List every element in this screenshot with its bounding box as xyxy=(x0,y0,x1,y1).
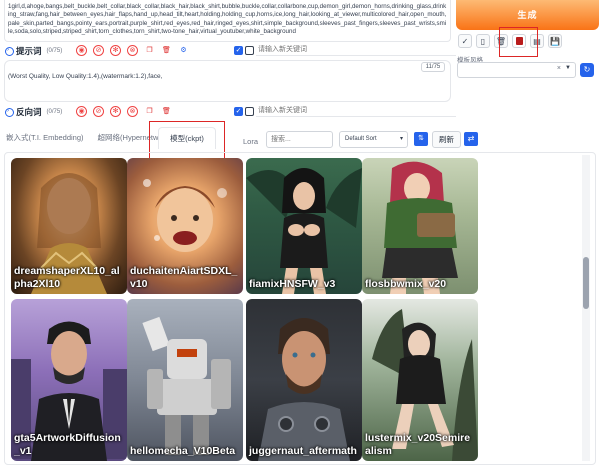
model-name: juggernaut_aftermath xyxy=(249,445,357,457)
positive-token-count: (0/75) xyxy=(46,48,63,54)
positive-keyword-input-row: ✓ xyxy=(234,44,456,56)
block-icon[interactable]: ⊗ xyxy=(127,44,138,56)
negative-prompt-label: 反向词 xyxy=(16,107,42,117)
model-name: dreamshaperXL10_alpha2Xl10 xyxy=(14,265,120,290)
clear-icon[interactable]: × xyxy=(557,65,561,72)
block-icon[interactable]: ⊗ xyxy=(127,105,138,117)
trash-icon[interactable]: 🗑 xyxy=(161,45,172,56)
card-image xyxy=(142,316,231,455)
model-name: flosbbwmix_v20 xyxy=(365,278,447,290)
sort-direction-button[interactable]: ⇅ xyxy=(414,132,428,146)
refresh-button[interactable]: 刷新 xyxy=(432,131,461,148)
model-name: hellomecha_V10Beta xyxy=(130,445,236,457)
document-icon[interactable]: ▯ xyxy=(476,34,490,48)
generate-button[interactable]: 生成 xyxy=(456,0,599,30)
negative-token-counter: 11/75 xyxy=(421,62,445,72)
positive-secondary-checkbox[interactable] xyxy=(245,45,254,55)
gallery-scrollbar-thumb[interactable] xyxy=(583,257,589,309)
settings-circle-icon[interactable]: ✻ xyxy=(110,105,121,117)
negative-prompt-toolbar: › 反向词 (0/75) xyxy=(5,106,62,118)
ban-icon[interactable]: ⊘ xyxy=(93,105,104,117)
toggle-view-button[interactable]: ⇄ xyxy=(464,132,478,146)
style-select[interactable]: × ▼ xyxy=(457,62,576,78)
highlight-extra-networks xyxy=(499,27,538,57)
model-name: duchaitenAiartSDXL_v10 xyxy=(130,265,238,290)
eye-icon[interactable]: ◉ xyxy=(76,105,87,117)
model-card[interactable]: juggernaut_aftermath xyxy=(246,299,362,461)
positive-enable-checkbox[interactable]: ✓ xyxy=(234,45,243,55)
gear-icon[interactable]: ⚙ xyxy=(178,45,189,56)
settings-circle-icon[interactable]: ✻ xyxy=(110,44,121,56)
negative-action-icons: ◉ ⊘ ✻ ⊗ ❐ 🗑 xyxy=(76,105,172,117)
expand-icon[interactable]: › xyxy=(5,46,14,56)
check-icon[interactable]: ✓ xyxy=(458,34,472,48)
negative-secondary-checkbox[interactable] xyxy=(245,106,254,116)
model-name: lustermix_v20Semirealism xyxy=(365,432,471,457)
negative-keyword-input[interactable] xyxy=(256,105,456,117)
card-image xyxy=(246,168,362,294)
model-name: fiamixHNSFW_v3 xyxy=(249,278,336,290)
negative-keyword-input-row: ✓ xyxy=(234,105,456,117)
tab-embedding[interactable]: 嵌入式(T.I. Embedding) xyxy=(6,132,84,143)
negative-prompt-text[interactable]: (Worst Quality, Low Quality:1.4),(waterm… xyxy=(5,61,450,93)
tab-lora[interactable]: Lora xyxy=(243,137,258,146)
model-card[interactable]: duchaitenAiartSDXL_v10 xyxy=(127,158,243,294)
positive-prompt-box[interactable]: 1girl,d,ahoge,bangs,belt_buckle,belt_col… xyxy=(4,0,451,42)
ban-icon[interactable]: ⊘ xyxy=(93,44,104,56)
sort-value: Default Sort xyxy=(345,136,377,142)
model-card[interactable]: hellomecha_V10Beta xyxy=(127,299,243,461)
positive-prompt-label: 提示词 xyxy=(16,46,42,56)
model-card[interactable]: fiamixHNSFW_v3 xyxy=(246,158,362,294)
apply-style-button[interactable]: ↻ xyxy=(580,63,594,77)
positive-prompt-toolbar: › 提示词 (0/75) xyxy=(5,45,62,57)
search-input[interactable] xyxy=(266,131,333,148)
positive-action-icons: ◉ ⊘ ✻ ⊗ ❐ 🗑 ⚙ xyxy=(76,44,189,56)
copy-icon[interactable]: ❐ xyxy=(144,106,155,117)
positive-keyword-input[interactable] xyxy=(256,44,456,56)
card-image xyxy=(258,318,350,461)
copy-icon[interactable]: ❐ xyxy=(144,45,155,56)
card-image xyxy=(382,161,458,294)
positive-prompt-text[interactable]: 1girl,d,ahoge,bangs,belt_buckle,belt_col… xyxy=(5,0,450,40)
chevron-down-icon[interactable]: ▼ xyxy=(565,65,571,71)
eye-icon[interactable]: ◉ xyxy=(76,44,87,56)
negative-token-count: (0/75) xyxy=(46,109,63,115)
model-card[interactable]: dreamshaperXL10_alpha2Xl10 xyxy=(11,158,127,294)
negative-enable-checkbox[interactable]: ✓ xyxy=(234,106,243,116)
sort-select[interactable]: Default Sort ▾ xyxy=(339,131,408,148)
model-gallery: dreamshaperXL10_alpha2Xl10 duchaitenAiar… xyxy=(4,152,596,465)
expand-icon[interactable]: › xyxy=(5,107,14,117)
trash-icon[interactable]: 🗑 xyxy=(161,106,172,117)
chevron-down-icon: ▾ xyxy=(399,136,403,142)
negative-prompt-box[interactable]: (Worst Quality, Low Quality:1.4),(waterm… xyxy=(4,60,451,102)
model-card[interactable]: flosbbwmix_v20 xyxy=(362,158,478,294)
model-card[interactable]: gta5ArtworkDiffusion_v1 xyxy=(11,299,127,461)
gallery-scrollbar[interactable] xyxy=(582,155,590,461)
save-icon[interactable]: 💾 xyxy=(548,34,562,48)
model-card[interactable]: lustermix_v20Semirealism xyxy=(362,299,478,461)
model-name: gta5ArtworkDiffusion_v1 xyxy=(14,432,121,457)
